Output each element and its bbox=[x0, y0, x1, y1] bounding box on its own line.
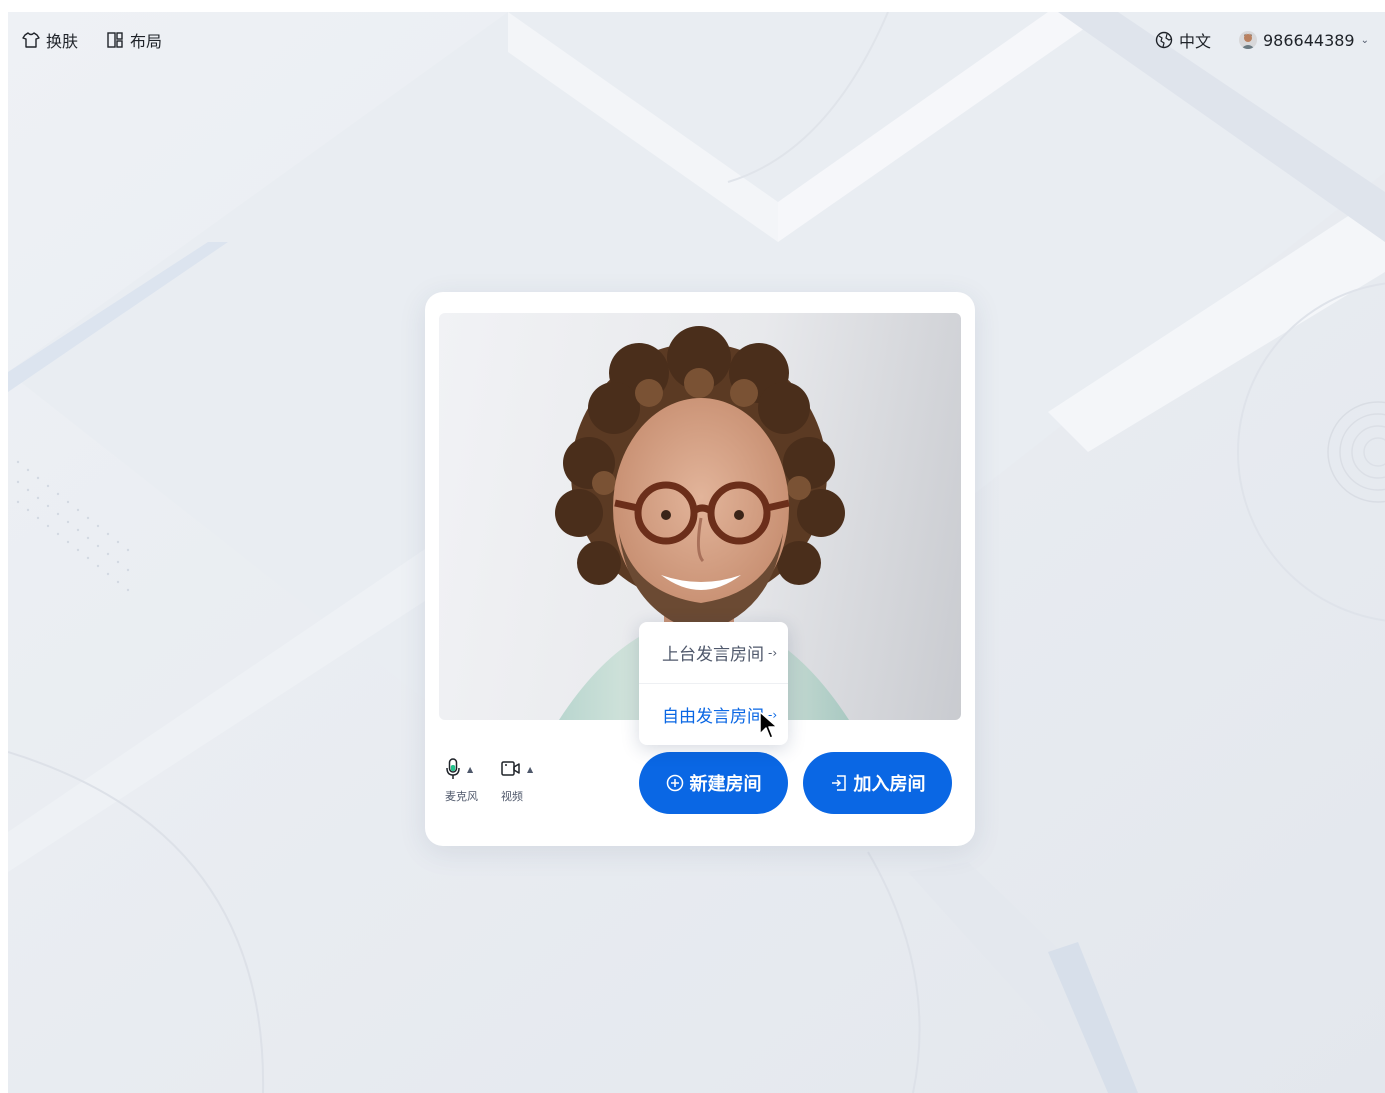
video-label: 视频 bbox=[501, 790, 523, 803]
video-options-caret[interactable]: ▲ bbox=[527, 765, 533, 774]
mouse-cursor-icon bbox=[759, 711, 778, 739]
create-room-label: 新建房间 bbox=[689, 774, 762, 795]
topbar-left: 换肤 布局 bbox=[22, 28, 162, 52]
menu-item-stage-room[interactable]: 上台发言房间 -› bbox=[639, 622, 788, 683]
video-control[interactable]: ▲ 视频 bbox=[501, 758, 533, 804]
mic-label: 麦克风 bbox=[445, 790, 478, 803]
shirt-icon bbox=[22, 32, 40, 48]
layout-button[interactable]: 布局 bbox=[106, 28, 162, 52]
preview-card: ▲ 麦克风 ▲ 视频 新建房间 加入房间 bbox=[425, 292, 975, 846]
mic-options-caret[interactable]: ▲ bbox=[467, 765, 473, 774]
arrow-right-icon: -› bbox=[768, 645, 778, 660]
globe-icon bbox=[1155, 31, 1173, 49]
create-room-button[interactable]: 新建房间 bbox=[639, 752, 788, 814]
language-button[interactable]: 中文 bbox=[1155, 28, 1211, 52]
layout-grid-icon bbox=[107, 32, 123, 48]
camera-icon bbox=[501, 761, 520, 776]
enter-icon bbox=[831, 775, 846, 791]
user-menu-button[interactable]: 986644389 ⌄ bbox=[1238, 30, 1369, 50]
skin-label: 换肤 bbox=[46, 32, 79, 51]
skin-button[interactable]: 换肤 bbox=[22, 28, 78, 52]
layout-label: 布局 bbox=[130, 32, 163, 51]
app-window: 换肤 布局 中文 986644389 ⌄ ▲ 麦克风 ▲ 视频 新建房间 加入房… bbox=[8, 12, 1385, 1093]
topbar-right: 中文 986644389 ⌄ bbox=[1155, 28, 1369, 52]
mic-control[interactable]: ▲ 麦克风 bbox=[445, 758, 478, 804]
microphone-icon bbox=[446, 758, 460, 779]
menu-item-label: 自由发言房间 bbox=[662, 707, 764, 727]
plus-circle-icon bbox=[666, 774, 683, 792]
chevron-down-icon: ⌄ bbox=[1360, 34, 1369, 46]
user-id: 986644389 bbox=[1262, 30, 1355, 50]
join-room-label: 加入房间 bbox=[853, 774, 926, 795]
language-label: 中文 bbox=[1178, 32, 1211, 51]
avatar bbox=[1238, 31, 1257, 49]
join-room-button[interactable]: 加入房间 bbox=[803, 752, 952, 814]
menu-item-label: 上台发言房间 bbox=[662, 645, 764, 665]
